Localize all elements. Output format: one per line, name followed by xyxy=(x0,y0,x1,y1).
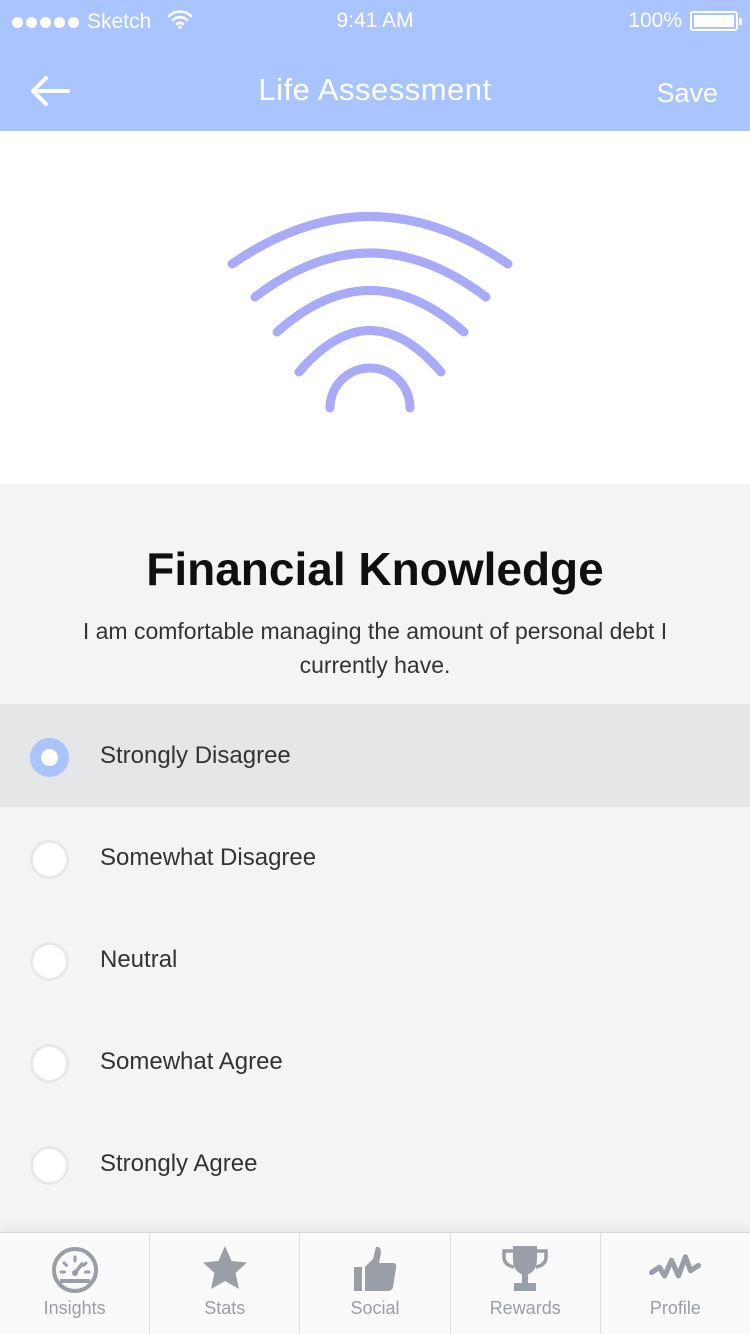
tab-label: Stats xyxy=(204,1298,246,1318)
thumbs-up-icon xyxy=(354,1246,397,1291)
option-neutral[interactable]: Neutral xyxy=(0,908,750,1011)
answer-options: Strongly Disagree Somewhat Disagree Neut… xyxy=(0,704,750,1214)
radio-button[interactable] xyxy=(30,840,69,879)
top-bar: Sketch 9:41 AM 100% Life Assessment Save xyxy=(0,0,750,131)
save-button[interactable]: Save xyxy=(656,78,718,109)
option-label: Neutral xyxy=(100,946,178,973)
question-category: Financial Knowledge xyxy=(146,543,604,595)
page-title: Life Assessment xyxy=(258,72,492,107)
tab-label: Social xyxy=(350,1298,400,1318)
question-section: Financial Knowledge I am comfortable man… xyxy=(0,484,750,704)
gauge-icon xyxy=(51,1247,98,1293)
tab-label: Rewards xyxy=(489,1298,561,1318)
option-somewhat-agree[interactable]: Somewhat Agree xyxy=(0,1010,750,1113)
tab-label: Insights xyxy=(43,1298,106,1318)
trophy-icon xyxy=(502,1246,548,1291)
hero-illustration xyxy=(0,131,750,484)
option-label: Somewhat Agree xyxy=(100,1048,283,1075)
tab-social[interactable]: Social xyxy=(300,1233,451,1334)
radio-button-selected[interactable] xyxy=(30,738,69,777)
option-label: Somewhat Disagree xyxy=(100,844,317,871)
option-label: Strongly Disagree xyxy=(100,742,291,769)
signal-arcs-icon xyxy=(227,212,513,413)
option-strongly-disagree[interactable]: Strongly Disagree xyxy=(0,704,750,807)
tab-profile[interactable]: Profile xyxy=(601,1233,750,1334)
option-somewhat-disagree[interactable]: Somewhat Disagree xyxy=(0,806,750,909)
battery-icon xyxy=(690,11,742,31)
tab-rewards[interactable]: Rewards xyxy=(451,1233,601,1334)
tab-bar: Insights Stats Social Rewards Profile xyxy=(0,1232,750,1334)
radio-button[interactable] xyxy=(30,1146,69,1185)
tab-label: Profile xyxy=(649,1298,701,1318)
battery-percent: 100% xyxy=(628,9,682,32)
question-text: I am comfortable managing the amount of … xyxy=(82,618,668,678)
tab-insights[interactable]: Insights xyxy=(0,1233,151,1334)
option-label: Strongly Agree xyxy=(100,1150,258,1177)
tab-stats[interactable]: Stats xyxy=(150,1233,301,1334)
radio-button[interactable] xyxy=(30,1044,69,1083)
radio-button[interactable] xyxy=(30,942,69,981)
star-icon xyxy=(202,1246,247,1289)
option-strongly-agree[interactable]: Strongly Agree xyxy=(0,1112,750,1215)
status-bar: Sketch 9:41 AM 100% xyxy=(0,0,750,40)
activity-icon xyxy=(649,1254,702,1279)
